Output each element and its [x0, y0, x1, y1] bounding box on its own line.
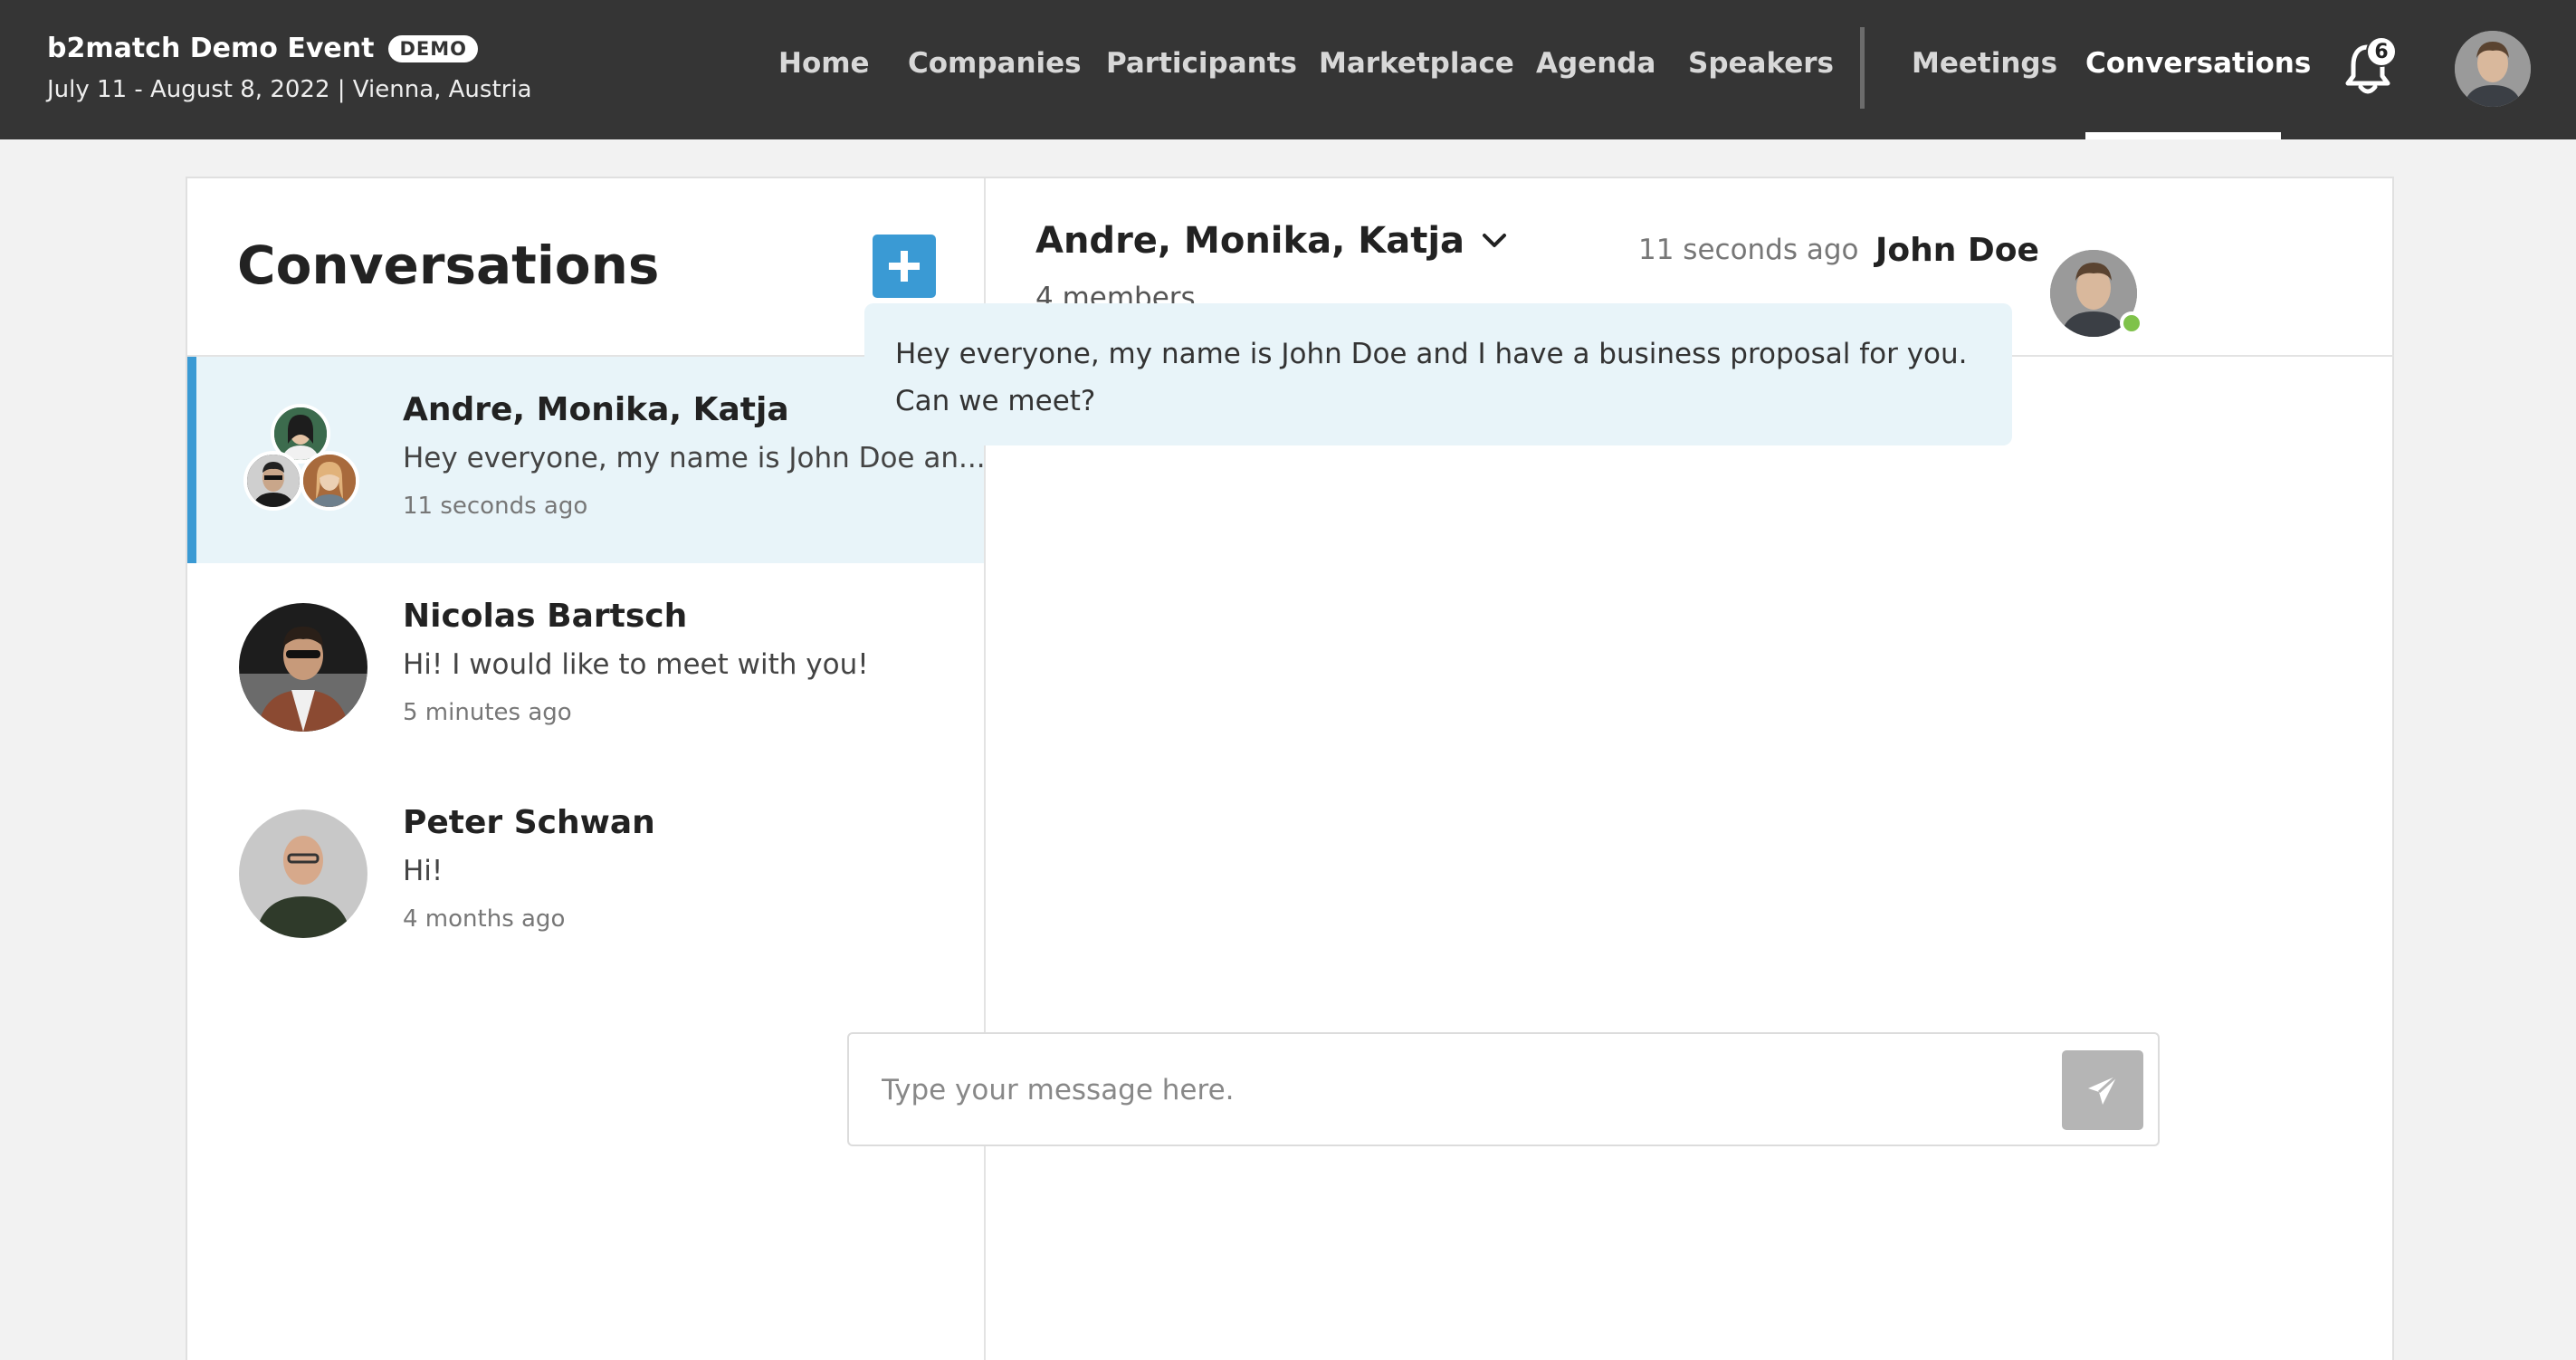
conversation-time: 11 seconds ago [403, 493, 588, 520]
top-bar: b2match Demo Event DEMO July 11 - August… [0, 0, 2576, 139]
plus-icon [889, 251, 920, 282]
new-conversation-button[interactable] [873, 235, 936, 298]
conversation-name: Nicolas Bartsch [403, 598, 688, 635]
notifications-count-badge: 6 [2366, 36, 2397, 67]
conversation-name: Andre, Monika, Katja [403, 391, 789, 428]
conversation-name: Peter Schwan [403, 804, 655, 841]
selected-indicator [187, 357, 196, 563]
nav-conversations[interactable]: Conversations [2085, 47, 2311, 80]
message-bubble: Hey everyone, my name is John Doe and I … [864, 303, 2012, 445]
conversation-item-peter[interactable]: Peter Schwan Hi! 4 months ago [187, 770, 984, 976]
nav-companies[interactable]: Companies [908, 47, 1082, 80]
event-title[interactable]: b2match Demo Event [47, 33, 374, 64]
nav-speakers[interactable]: Speakers [1688, 47, 1834, 80]
conversation-time: 5 minutes ago [403, 699, 572, 726]
conversation-item-nicolas[interactable]: Nicolas Bartsch Hi! I would like to meet… [187, 563, 984, 770]
page-title: Conversations [237, 235, 660, 296]
conversation-preview: Hi! I would like to meet with you! [403, 648, 869, 681]
chat-title: Andre, Monika, Katja [1035, 220, 1465, 262]
conversation-preview: Hey everyone, my name is John Doe an... [403, 442, 986, 474]
message-input[interactable] [882, 1065, 2058, 1116]
event-title-row: b2match Demo Event DEMO [47, 33, 478, 64]
chat-title-dropdown[interactable]: Andre, Monika, Katja [1035, 220, 1508, 262]
nav-home[interactable]: Home [778, 47, 870, 80]
demo-badge: DEMO [388, 34, 478, 62]
avatar-peter [239, 809, 367, 938]
nav-participants[interactable]: Participants [1106, 47, 1297, 80]
user-avatar[interactable] [2455, 31, 2531, 107]
message-author[interactable]: John Doe [1875, 232, 2039, 269]
nav-marketplace[interactable]: Marketplace [1319, 47, 1514, 80]
nav-agenda[interactable]: Agenda [1536, 47, 1655, 80]
chevron-down-icon [1483, 234, 1507, 247]
nav-divider [1860, 27, 1865, 109]
message-composer [847, 1032, 2160, 1146]
conversation-time: 4 months ago [403, 905, 566, 933]
send-button[interactable] [2062, 1050, 2143, 1130]
nav-active-indicator [2085, 132, 2281, 139]
avatar-andre [243, 451, 303, 511]
nav-meetings[interactable]: Meetings [1912, 47, 2057, 80]
send-icon [2088, 1074, 2119, 1105]
message-time: 11 seconds ago [1638, 234, 1859, 266]
event-subtitle: July 11 - August 8, 2022 | Vienna, Austr… [47, 76, 532, 103]
online-status-indicator [2120, 311, 2143, 335]
conversation-preview: Hi! [403, 855, 444, 887]
avatar-katja [300, 451, 359, 511]
avatar-nicolas [239, 603, 367, 732]
